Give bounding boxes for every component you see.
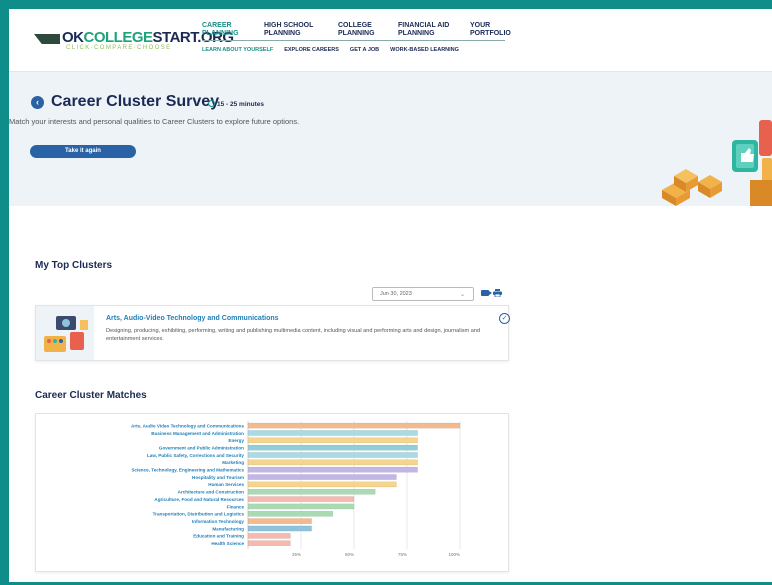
nav-divider [202,40,505,41]
category-label: Science, Technology, Engineering and Mat… [131,468,244,473]
bar[interactable] [247,437,418,444]
nav-high-school-planning[interactable]: HIGH SCHOOL PLANNING [264,22,338,38]
take-again-button[interactable]: Take it again [30,145,136,158]
check-circle-icon: ✓ [499,313,510,324]
x-tick-label: 50% [345,552,354,557]
survey-illustration [662,120,772,206]
x-tick-label: 75% [398,552,407,557]
subnav-explore-careers[interactable]: EXPLORE CAREERS [284,47,339,53]
video-icon[interactable] [481,290,492,296]
nav-career-planning[interactable]: CAREER PLANNING [202,22,264,38]
bar[interactable] [247,444,418,451]
category-label: Architecture and Construction [178,490,245,495]
bar[interactable] [247,525,312,532]
category-label: Health Science [211,541,244,546]
logo-college: COLLEGE [83,29,154,46]
bar[interactable] [247,430,418,436]
category-label: Arts, Audio Video Technology and Communi… [131,423,244,428]
category-label: Law, Public Safety, Corrections and Secu… [147,453,244,458]
main-nav: CAREER PLANNING HIGH SCHOOL PLANNING COL… [202,22,520,38]
category-label: Business Management and Administration [151,431,244,436]
category-label: Marketing [222,460,244,465]
bar[interactable] [247,488,376,495]
chevron-down-icon: ⌄ [459,292,465,298]
cluster-matches-chart: 25% 50% 75% 100% Arts, Audio Video Technolog… [131,421,461,557]
bar[interactable] [247,503,355,510]
category-label: Hospitality and Tourism [192,475,244,480]
bar[interactable] [247,422,461,429]
top-cluster-card[interactable]: Arts, Audio-Video Technology and Communi… [35,305,510,361]
sub-nav: LEARN ABOUT YOURSELF EXPLORE CAREERS GET… [202,47,470,53]
subnav-learn-about-yourself[interactable]: LEARN ABOUT YOURSELF [202,47,273,53]
chevron-left-icon: ‹ [36,97,39,107]
nav-college-planning[interactable]: COLLEGE PLANNING [338,22,398,38]
category-label: Education and Training [193,534,244,539]
print-icon[interactable] [493,289,502,297]
category-label: Energy [228,438,244,443]
date-select[interactable]: Jun 30, 2023 ⌄ [372,287,474,301]
logo-tagline: CLICK·COMPARE·CHOOSE [66,45,172,51]
category-label: Finance [227,504,245,509]
bar[interactable] [247,518,312,524]
category-label: Transportation, Distribution and Logisti… [153,512,245,517]
category-label: Manufacturing [212,526,244,531]
time-estimate: 15 - 25 minutes [208,100,264,108]
x-tick-label: 25% [292,552,301,557]
page-title: Career Cluster Survey [51,93,220,110]
bar[interactable] [247,533,291,539]
date-select-value: Jun 30, 2023 [380,291,412,297]
time-estimate-text: 15 - 25 minutes [217,101,264,108]
category-label: Agriculture, Food and Natural Resources [154,497,244,502]
subnav-get-a-job[interactable]: GET A JOB [350,47,379,53]
cluster-name[interactable]: Arts, Audio-Video Technology and Communi… [106,315,279,322]
logo-mark-icon [34,34,60,44]
bar[interactable] [247,510,334,517]
back-button[interactable]: ‹ [31,96,44,109]
logo-ok: OK [62,29,84,46]
bar[interactable] [247,452,418,458]
subnav-work-based-learning[interactable]: WORK-BASED LEARNING [390,47,459,53]
top-clusters-title: My Top Clusters [35,260,113,271]
bar[interactable] [247,474,397,480]
bar[interactable] [247,540,291,546]
bar[interactable] [247,481,397,488]
page-description: Match your interests and personal qualit… [9,117,300,126]
hero-banner: ‹ Career Cluster Survey 15 - 25 minutes … [9,72,772,206]
bar[interactable] [247,496,355,502]
matches-title: Career Cluster Matches [35,390,147,401]
nav-financial-aid-planning[interactable]: FINANCIAL AID PLANNING [398,22,470,38]
cluster-matches-chart-card: 25% 50% 75% 100% Arts, Audio Video Technolog… [35,413,509,572]
clock-icon [208,100,215,107]
x-tick-label: 100% [448,552,460,557]
category-label: Government and Public Administration [159,445,244,450]
category-label: Human Services [208,482,244,487]
site-header: OKCOLLEGESTART.ORG CLICK·COMPARE·CHOOSE … [9,9,772,72]
category-label: Information Technology [192,519,244,524]
cluster-illustration [36,306,94,360]
bar[interactable] [247,466,418,473]
bar[interactable] [247,459,418,466]
cluster-description: Designing, producing, exhibiting, perfor… [106,328,481,342]
nav-your-portfolio[interactable]: YOUR PORTFOLIO [470,22,520,38]
